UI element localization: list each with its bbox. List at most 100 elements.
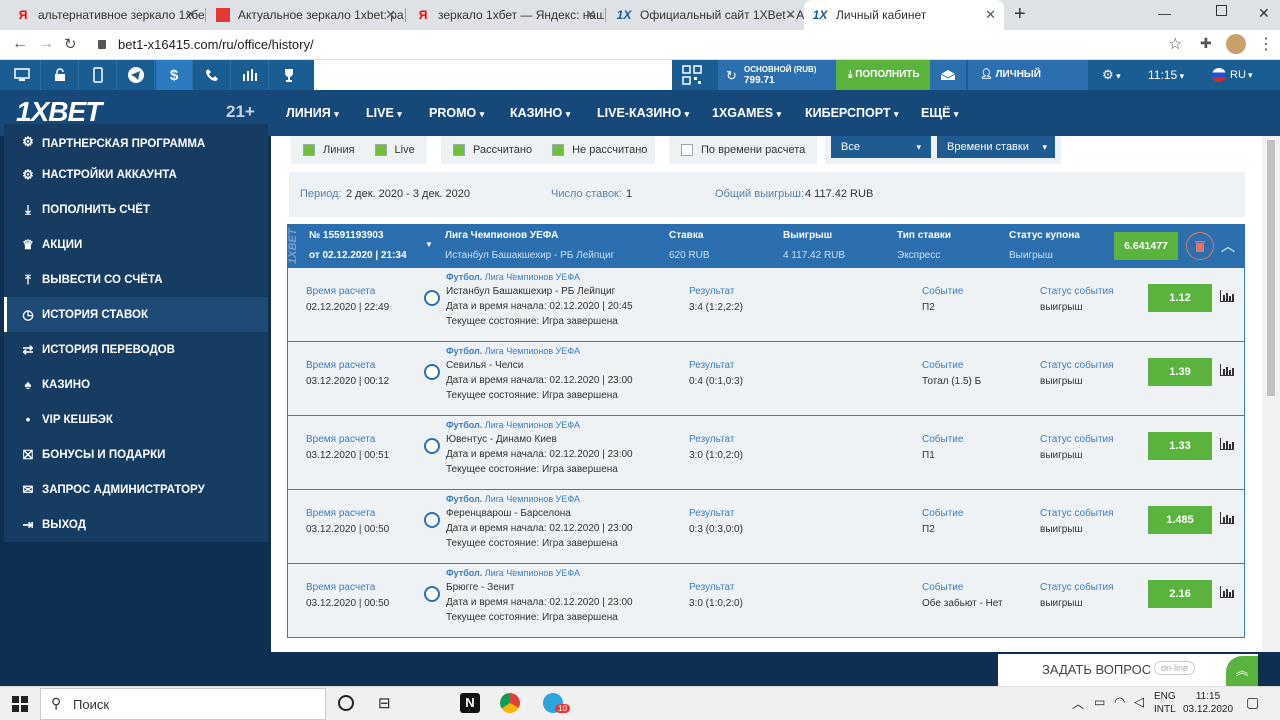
coupon-header[interactable]: 1XBET № 15591193903 от 02.12.2020 | 21:3… [287, 224, 1245, 268]
reload-icon[interactable]: ↻ [64, 35, 77, 53]
dollar-icon[interactable]: $ [156, 60, 193, 90]
envelope-icon[interactable] [930, 60, 966, 90]
chevron-up-icon[interactable]: ︽ [1226, 656, 1258, 686]
chrome-icon[interactable] [500, 693, 520, 713]
window-close-icon[interactable]: ✕ [1258, 5, 1270, 22]
taskbar-search[interactable]: ⚲ Поиск [40, 688, 326, 720]
cabinet-button[interactable]: 👤︎ ЛИЧНЫЙ КАБИНЕТ [968, 60, 1088, 110]
nav-promo[interactable]: PROMO ▾ [429, 90, 484, 136]
nav-more[interactable]: ЕЩЁ ▾ [921, 90, 958, 136]
stats-icon[interactable] [1220, 512, 1234, 524]
back-icon[interactable]: ← [12, 35, 28, 53]
balance-button[interactable]: ↻ ОСНОВНОЙ (RUB) 799.71 [718, 60, 836, 90]
league-label: Лига Чемпионов УЕФА [484, 568, 581, 578]
result-value: 3:4 (1:2,2:2) [689, 302, 743, 313]
stats-icon[interactable] [1220, 290, 1234, 302]
close-icon[interactable]: ✕ [585, 7, 596, 23]
nav-casino[interactable]: КАЗИНО ▾ [510, 90, 570, 136]
notion-icon[interactable]: N [460, 693, 480, 713]
lock-icon[interactable] [42, 60, 79, 90]
event-label: Событие [922, 360, 964, 371]
stats-icon[interactable] [1220, 364, 1234, 376]
trophy-icon[interactable] [270, 60, 307, 90]
browser-tab-4[interactable]: 1X Официальный сайт 1XBet - Акту ✕ [608, 0, 804, 30]
avatar[interactable] [1226, 34, 1246, 54]
browser-tab-2[interactable]: Актуальное зеркало 1xbet: раб ✕ [208, 0, 404, 30]
ask-question-widget[interactable]: ЗАДАТЬ ВОПРОС on-line ︽ [998, 654, 1258, 686]
star-icon[interactable]: ☆ [1168, 34, 1182, 54]
qr-code-icon[interactable] [678, 64, 706, 86]
phone-icon[interactable] [194, 60, 231, 90]
stats-icon[interactable] [1220, 438, 1234, 450]
menu-icon[interactable]: ⋮ [1258, 34, 1274, 54]
clock-date: 03.12.2020 [1182, 704, 1234, 715]
browser-tab-3[interactable]: Я зеркало 1хбет — Яндекс: нашл ✕ [408, 0, 604, 30]
extensions-icon[interactable]: ✚ [1200, 35, 1212, 52]
close-icon[interactable]: ✕ [785, 7, 796, 23]
minimize-icon[interactable]: — [1158, 6, 1171, 21]
checkbox-live[interactable] [374, 144, 387, 156]
desktop-icon[interactable] [4, 60, 41, 90]
telegram-icon[interactable] [118, 60, 155, 90]
nav-live-casino[interactable]: LIVE-КАЗИНО ▾ [597, 90, 689, 136]
stats-icon[interactable] [232, 60, 269, 90]
deposit-button[interactable]: ⤓ ПОПОЛНИТЬ [836, 60, 930, 90]
forward-icon[interactable]: → [38, 35, 54, 53]
maximize-icon[interactable] [1216, 5, 1227, 16]
sidebar-item-logout[interactable]: ⇥ ВЫХОД [4, 507, 268, 542]
input-language[interactable]: ENG INTL [1154, 690, 1176, 716]
select-sort-time[interactable]: Времени ставки ▾ [937, 136, 1055, 158]
stats-icon[interactable] [1220, 586, 1234, 598]
time-dropdown[interactable]: 11:15 ▾ [1138, 60, 1196, 90]
sidebar-item-partner[interactable]: ⚙ ПАРТНЕРСКАЯ ПРОГРАММА [4, 124, 268, 154]
nav-1xgames[interactable]: 1XGAMES ▾ [712, 90, 781, 136]
windows-start-icon[interactable] [12, 696, 28, 715]
scrollbar-thumb[interactable] [1267, 140, 1275, 396]
chevron-up-icon[interactable]: ︿ [1221, 236, 1235, 256]
sidebar-item-vip-cashback[interactable]: • VIP КЕШБЭК [4, 402, 268, 437]
url-field[interactable]: bet1-x16415.com/ru/office/history/ [118, 34, 1218, 56]
sidebar-item-bonuses[interactable]: ⛝ БОНУСЫ И ПОДАРКИ [4, 437, 268, 472]
sidebar-item-casino[interactable]: ♠ КАЗИНО [4, 367, 268, 402]
language-dropdown[interactable]: RU ▾ [1200, 60, 1266, 90]
sidebar-item-transfers[interactable]: ⇄ ИСТОРИЯ ПЕРЕВОДОВ [4, 332, 268, 367]
new-tab-button[interactable]: + [1014, 3, 1026, 26]
close-icon[interactable]: ✕ [985, 7, 996, 23]
mobile-icon[interactable] [80, 60, 117, 90]
refresh-icon[interactable]: ↻ [726, 68, 737, 84]
wifi-icon[interactable]: ◠ [1114, 694, 1125, 710]
checkbox-settled[interactable] [453, 144, 465, 156]
balance-value: 799.71 [744, 75, 775, 86]
sidebar-item-withdraw[interactable]: ⤒ ВЫВЕСТИ СО СЧЁТА [4, 262, 268, 297]
settings-dropdown[interactable]: ⚙ ▾ [1092, 60, 1136, 90]
volume-icon[interactable]: ◁ [1134, 694, 1144, 710]
checkbox-by-calc-time[interactable] [681, 144, 693, 156]
checkbox-line[interactable] [303, 144, 315, 156]
nav-esports[interactable]: КИБЕРСПОРТ ▾ [805, 90, 899, 136]
sidebar-item-promotions[interactable]: ♛ АКЦИИ [4, 227, 268, 262]
sidebar-item-deposit[interactable]: ⤓ ПОПОЛНИТЬ СЧЁТ [4, 192, 268, 227]
event-label: Событие [922, 582, 964, 593]
taskbar-clock[interactable]: 11:15 03.12.2020 [1182, 690, 1234, 716]
nav-line[interactable]: ЛИНИЯ ▾ [286, 90, 339, 136]
notifications-icon[interactable]: ▢ [1246, 694, 1259, 711]
sidebar-item-settings[interactable]: ⚙ НАСТРОЙКИ АККАУНТА [4, 157, 268, 192]
browser-tab-5-active[interactable]: 1X Личный кабинет ✕ [804, 0, 1004, 30]
close-icon[interactable]: ✕ [185, 7, 196, 23]
event-status-label: Статус события [1040, 582, 1114, 593]
battery-icon[interactable]: ▭ [1094, 695, 1105, 709]
cortana-icon[interactable] [338, 695, 354, 711]
chevron-down-icon[interactable]: ▼ [425, 240, 433, 249]
trash-icon[interactable] [1186, 232, 1214, 260]
close-icon[interactable]: ✕ [385, 7, 396, 23]
sidebar-item-bet-history[interactable]: ◷ ИСТОРИЯ СТАВОК [4, 297, 268, 332]
nav-live[interactable]: LIVE ▾ [366, 90, 402, 136]
tray-up-icon[interactable]: ︿ [1072, 695, 1084, 712]
sidebar-item-admin-request[interactable]: ✉ ЗАПРОС АДМИНИСТРАТОРУ [4, 472, 268, 507]
checkbox-unsettled[interactable] [552, 144, 565, 156]
task-view-icon[interactable]: ⊟ [378, 694, 391, 712]
match-name: Брюгге - Зенит [446, 582, 515, 593]
select-all[interactable]: Все ▾ [831, 136, 931, 158]
page-scrollbar[interactable] [1262, 136, 1280, 686]
browser-tab-1[interactable]: Я альтернативное зеркало 1хбет ✕ [8, 0, 204, 30]
